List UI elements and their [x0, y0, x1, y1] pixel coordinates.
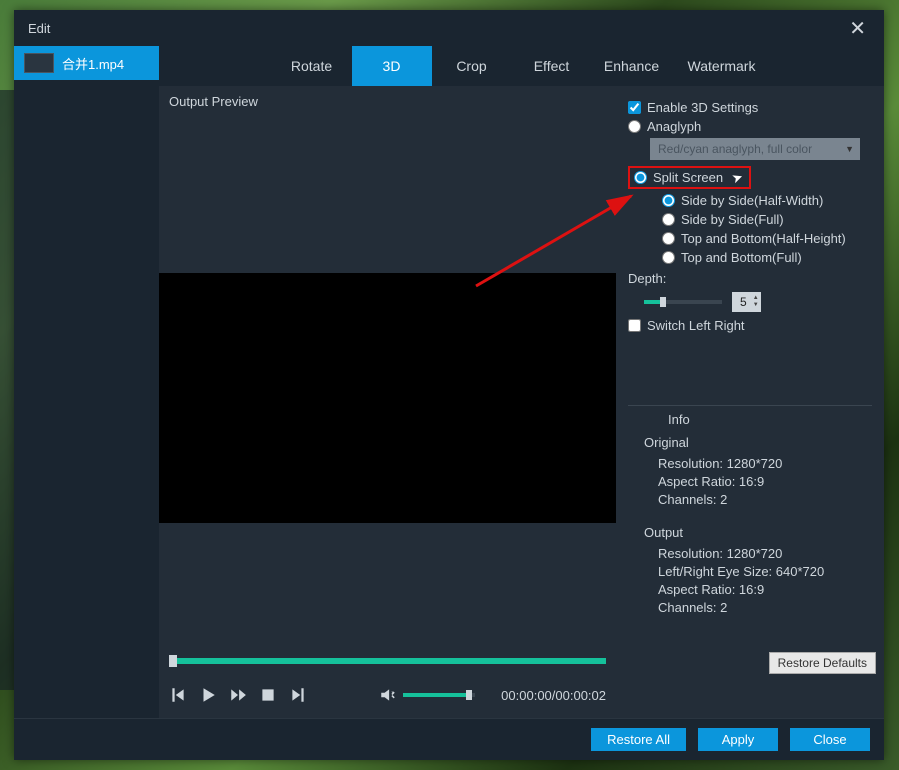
depth-value: 5 — [740, 295, 747, 309]
depth-slider[interactable] — [644, 300, 722, 304]
depth-spinner[interactable]: 5 ▲▼ — [732, 292, 761, 312]
info-original: Original Resolution: 1280*720 Aspect Rat… — [644, 435, 872, 507]
window-title: Edit — [28, 21, 50, 36]
enable-3d-row[interactable]: Enable 3D Settings — [628, 100, 872, 115]
info-divider — [628, 405, 872, 406]
play-icon[interactable] — [199, 686, 217, 704]
depth-label-row: Depth: — [628, 271, 872, 286]
switch-lr-checkbox[interactable] — [628, 319, 641, 332]
tab-rotate[interactable]: Rotate — [272, 46, 352, 86]
preview-spacer — [159, 523, 616, 642]
file-tab-label: 合并1.mp4 — [62, 54, 124, 73]
cursor-icon: ➤ — [730, 169, 746, 188]
spinner-buttons[interactable]: ▲▼ — [753, 295, 759, 309]
close-button[interactable]: Close — [790, 728, 870, 751]
timeline-track[interactable] — [169, 658, 606, 664]
tab-enhance[interactable]: Enhance — [592, 46, 672, 86]
tab-3d[interactable]: 3D — [352, 46, 432, 86]
left-sidebar — [14, 86, 159, 718]
apply-button[interactable]: Apply — [698, 728, 778, 751]
original-head: Original — [644, 435, 872, 450]
output-head: Output — [644, 525, 872, 540]
sbs-half-radio[interactable] — [662, 194, 675, 207]
tb-half-radio[interactable] — [662, 232, 675, 245]
fastfwd-icon[interactable] — [229, 686, 247, 704]
tab-crop[interactable]: Crop — [432, 46, 512, 86]
restore-all-button[interactable]: Restore All — [591, 728, 686, 751]
tb-full-label: Top and Bottom(Full) — [681, 250, 802, 265]
settings-panel: Enable 3D Settings Anaglyph Red/cyan ana… — [616, 86, 884, 718]
volume-icon[interactable] — [379, 686, 397, 704]
original-channels: Channels: 2 — [658, 492, 872, 507]
output-eyesize: Left/Right Eye Size: 640*720 — [658, 564, 872, 579]
stop-icon[interactable] — [259, 686, 277, 704]
file-thumb — [24, 53, 54, 73]
background-edge — [0, 90, 14, 690]
timeline-thumb[interactable] — [169, 655, 177, 667]
sbs-full-label: Side by Side(Full) — [681, 212, 784, 227]
output-aspect: Aspect Ratio: 16:9 — [658, 582, 872, 597]
volume-control[interactable] — [379, 686, 475, 704]
next-icon[interactable] — [289, 686, 307, 704]
volume-thumb[interactable] — [466, 690, 472, 700]
sbs-half-row[interactable]: Side by Side(Half-Width) — [662, 193, 872, 208]
anaglyph-dropdown[interactable]: Red/cyan anaglyph, full color — [650, 138, 860, 160]
original-resolution: Resolution: 1280*720 — [658, 456, 872, 471]
time-display: 00:00:00/00:00:02 — [501, 688, 606, 703]
depth-fill — [644, 300, 661, 304]
tb-full-row[interactable]: Top and Bottom(Full) — [662, 250, 872, 265]
titlebar: Edit ✕ — [14, 10, 884, 46]
anaglyph-radio[interactable] — [628, 120, 641, 133]
split-screen-label: Split Screen — [653, 170, 723, 185]
sbs-full-radio[interactable] — [662, 213, 675, 226]
switch-lr-label: Switch Left Right — [647, 318, 745, 333]
tab-effect[interactable]: Effect — [512, 46, 592, 86]
split-screen-row[interactable]: Split Screen ➤ — [628, 166, 872, 189]
info-output: Output Resolution: 1280*720 Left/Right E… — [644, 525, 872, 615]
tb-half-label: Top and Bottom(Half-Height) — [681, 231, 846, 246]
anaglyph-dropdown-value: Red/cyan anaglyph, full color — [658, 142, 812, 156]
sbs-half-label: Side by Side(Half-Width) — [681, 193, 823, 208]
tabs-row: 合并1.mp4 Rotate 3D Crop Effect Enhance Wa… — [14, 46, 884, 86]
tb-full-radio[interactable] — [662, 251, 675, 264]
depth-thumb[interactable] — [660, 297, 666, 307]
tab-watermark[interactable]: Watermark — [672, 46, 772, 86]
timeline[interactable] — [159, 642, 616, 672]
edit-window: Edit ✕ 合并1.mp4 Rotate 3D Crop Effect Enh… — [14, 10, 884, 760]
anaglyph-row[interactable]: Anaglyph — [628, 119, 872, 134]
main-tabs: Rotate 3D Crop Effect Enhance Watermark — [159, 46, 884, 86]
preview-video — [159, 273, 616, 523]
preview-column: Output Preview — [159, 86, 616, 718]
output-resolution: Resolution: 1280*720 — [658, 546, 872, 561]
original-aspect: Aspect Ratio: 16:9 — [658, 474, 872, 489]
preview-label: Output Preview — [159, 86, 616, 115]
split-screen-highlight: Split Screen ➤ — [628, 166, 751, 189]
tb-half-row[interactable]: Top and Bottom(Half-Height) — [662, 231, 872, 246]
volume-fill — [403, 693, 468, 697]
playback-controls: 00:00:00/00:00:02 — [159, 672, 616, 718]
enable-3d-checkbox[interactable] — [628, 101, 641, 114]
prev-icon[interactable] — [169, 686, 187, 704]
switch-lr-row[interactable]: Switch Left Right — [628, 318, 872, 333]
info-header: Info — [668, 412, 872, 427]
restore-defaults-button[interactable]: Restore Defaults — [769, 652, 876, 674]
close-icon[interactable]: ✕ — [841, 12, 874, 45]
enable-3d-label: Enable 3D Settings — [647, 100, 758, 115]
depth-row: 5 ▲▼ — [644, 292, 872, 312]
preview-top-area — [159, 115, 616, 273]
file-tab[interactable]: 合并1.mp4 — [14, 46, 159, 80]
depth-label: Depth: — [628, 271, 666, 286]
output-channels: Channels: 2 — [658, 600, 872, 615]
volume-slider[interactable] — [403, 693, 475, 697]
content: Output Preview — [14, 86, 884, 718]
anaglyph-label: Anaglyph — [647, 119, 701, 134]
sbs-full-row[interactable]: Side by Side(Full) — [662, 212, 872, 227]
split-screen-radio[interactable] — [634, 171, 647, 184]
footer: Restore All Apply Close — [14, 718, 884, 760]
